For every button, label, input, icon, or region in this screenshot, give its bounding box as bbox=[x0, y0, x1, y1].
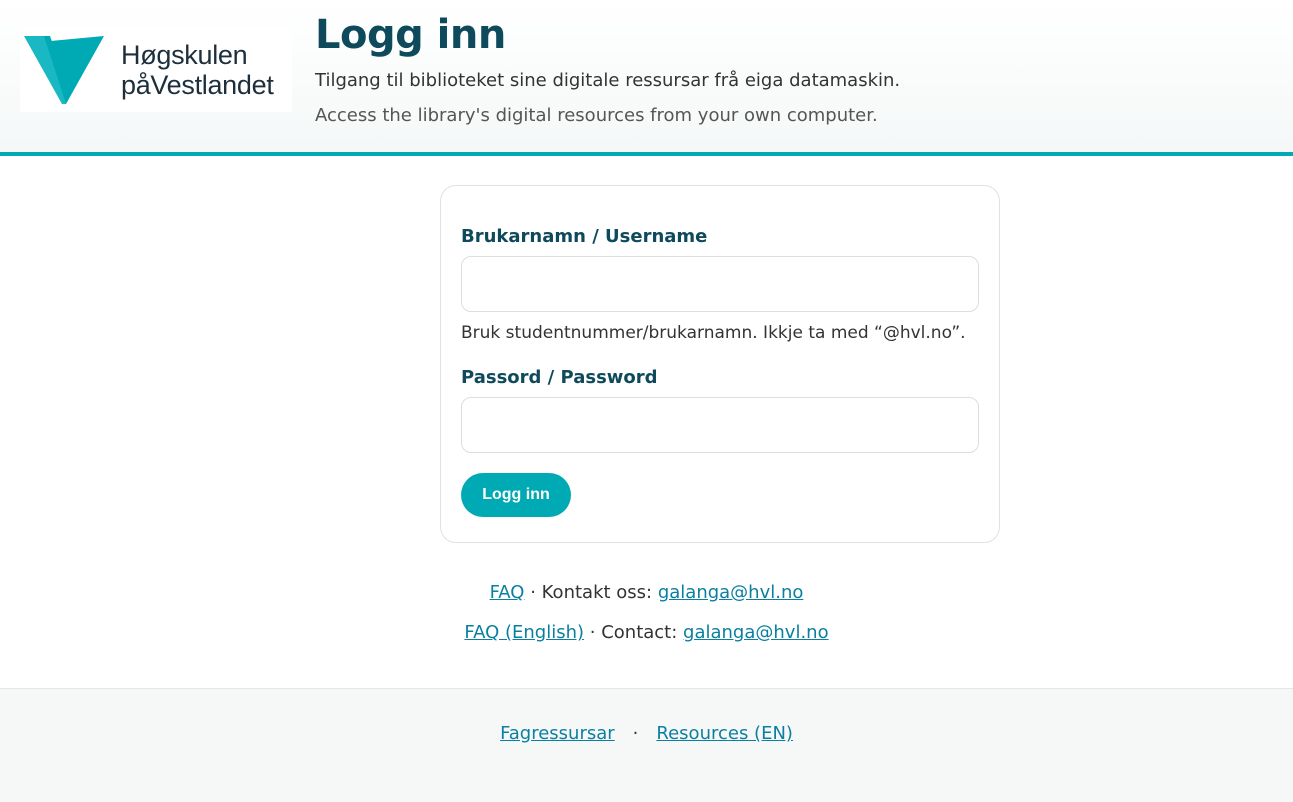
faq-link[interactable]: FAQ bbox=[490, 582, 525, 603]
footer-separator: · bbox=[632, 723, 639, 744]
page-footer: Fagressursar · Resources (EN) bbox=[0, 688, 1293, 802]
username-label: Brukarnamn / Username bbox=[461, 226, 708, 247]
fagressursar-link[interactable]: Fagressursar bbox=[500, 723, 615, 744]
contact-text-english: · Contact: bbox=[584, 622, 684, 643]
password-input[interactable] bbox=[461, 397, 979, 453]
hvl-logo: Høgskulen påVestlandet bbox=[20, 28, 292, 112]
subtitle-norwegian: Tilgang til biblioteket sine digitale re… bbox=[315, 70, 901, 91]
login-button[interactable]: Logg inn bbox=[461, 473, 571, 517]
username-input[interactable] bbox=[461, 256, 979, 312]
contact-text-norwegian: · Kontakt oss: bbox=[524, 582, 658, 603]
page-title: Logg inn bbox=[315, 12, 506, 58]
faq-english-link[interactable]: FAQ (English) bbox=[464, 622, 584, 643]
page-header: Høgskulen påVestlandet Logg inn Tilgang … bbox=[0, 0, 1293, 156]
password-label: Passord / Password bbox=[461, 367, 658, 388]
username-hint: Bruk studentnummer/brukarnamn. Ikkje ta … bbox=[461, 323, 966, 343]
login-card: Brukarnamn / Username Bruk studentnummer… bbox=[440, 185, 1000, 543]
subtitle-english: Access the library's digital resources f… bbox=[315, 105, 878, 126]
hvl-v-logo-icon bbox=[24, 36, 104, 104]
email-link-english[interactable]: galanga@hvl.no bbox=[683, 622, 829, 643]
email-link-norwegian[interactable]: galanga@hvl.no bbox=[658, 582, 804, 603]
logo-line-1: Høgskulen bbox=[121, 40, 248, 70]
logo-wordmark: Høgskulen påVestlandet bbox=[121, 40, 274, 100]
contact-line-norwegian: FAQ · Kontakt oss: galanga@hvl.no bbox=[0, 582, 1293, 603]
footer-links: Fagressursar · Resources (EN) bbox=[0, 723, 1293, 744]
logo-line-2: påVestlandet bbox=[121, 70, 274, 100]
contact-line-english: FAQ (English) · Contact: galanga@hvl.no bbox=[0, 622, 1293, 643]
resources-en-link[interactable]: Resources (EN) bbox=[656, 723, 793, 744]
